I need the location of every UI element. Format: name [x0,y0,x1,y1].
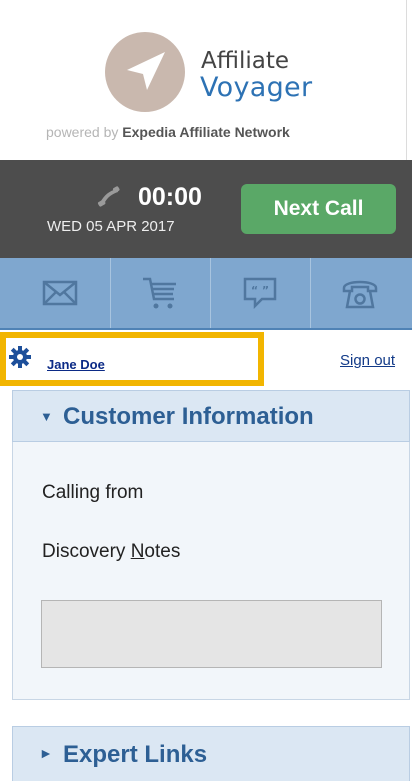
tab-chat[interactable]: “ ” [210,258,310,328]
user-name-link[interactable]: Jane Doe [47,357,105,372]
collapsed-arrow-icon: ► [39,745,53,761]
brand-line1: Affiliate [201,48,290,74]
gear-icon[interactable] [9,346,31,368]
window-edge [406,0,410,160]
svg-text:“ ”: “ ” [251,284,269,297]
tab-cart[interactable] [110,258,210,328]
discovery-notes-label-post: otes [144,541,181,562]
tab-phone[interactable] [310,258,410,328]
mail-icon [42,280,78,306]
logo-icon [105,32,185,112]
powered-name: Expedia Affiliate Network [122,124,290,140]
chat-icon: “ ” [243,277,277,310]
discovery-notes-label: Discovery Notes [42,541,180,563]
call-date: WED 05 APR 2017 [47,218,175,235]
customer-info-header[interactable]: ▼ Customer Information [12,390,410,442]
tab-email[interactable] [10,258,110,328]
powered-by-text: powered by Expedia Affiliate Network [46,124,290,140]
sign-out-link[interactable]: Sign out [340,352,395,369]
call-timer: 00:00 [138,183,202,211]
cart-icon [143,277,176,309]
brand-line2: Voyager [200,72,313,103]
expanded-arrow-icon: ▼ [40,409,53,424]
expert-links-header[interactable]: ► Expert Links [12,726,410,781]
expert-links-title: Expert Links [63,741,208,768]
calling-from-label: Calling from [42,482,144,503]
powered-prefix: powered by [46,124,119,140]
handset-icon [96,186,120,210]
phone-icon [342,280,378,309]
discovery-notes-field[interactable] [41,600,382,668]
next-call-button[interactable]: Next Call [241,184,396,234]
discovery-notes-label-pre: Discovery [42,541,131,562]
highlight-box [0,332,264,386]
customer-info-title: Customer Information [63,403,314,430]
discovery-notes-accesskey: N [130,541,145,562]
